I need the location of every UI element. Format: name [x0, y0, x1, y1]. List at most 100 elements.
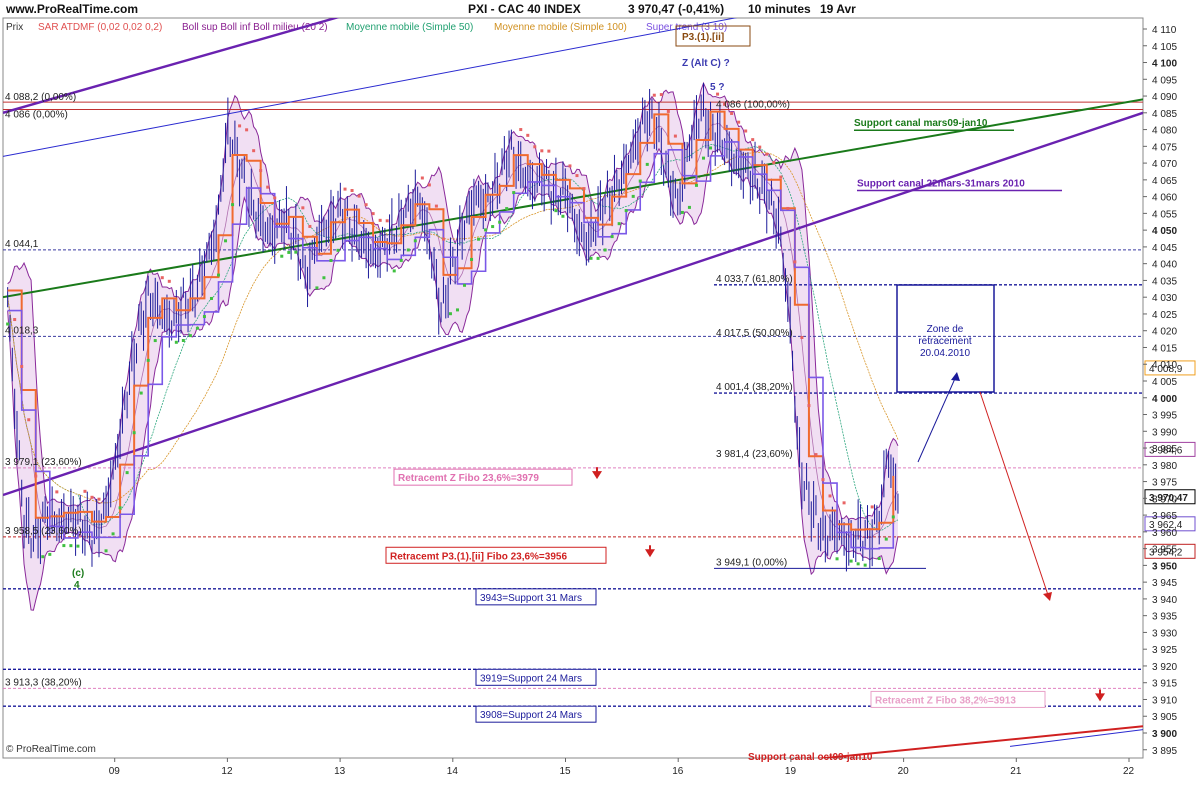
sar-dot	[245, 128, 249, 132]
y-tick-label: 4 005	[1152, 377, 1177, 388]
sar-dot	[315, 286, 319, 290]
sar-dot	[505, 207, 509, 211]
x-axis: 09 12 13 14 15 16 19 20 21 22	[109, 758, 1135, 777]
arrow-head-icon	[951, 372, 960, 381]
x-tick-label: 09	[109, 766, 121, 777]
legend-item: Moyenne mobile (Simple 100)	[494, 22, 627, 33]
sar-dot	[195, 326, 199, 330]
sar-dot	[730, 111, 734, 115]
legend-item: Moyenne mobile (Simple 50)	[346, 22, 473, 33]
sar-dot	[294, 250, 298, 254]
retracement-label: Retracemt Z Fibo 23,6%=3979	[398, 473, 539, 484]
sar-dot	[427, 183, 431, 187]
sar-dot	[202, 315, 206, 319]
sar-dot	[153, 339, 157, 343]
sar-dot	[687, 205, 691, 209]
y-tick-label: 4 065	[1152, 176, 1177, 187]
sar-dot	[793, 260, 797, 264]
y-tick-label: 3 990	[1152, 427, 1177, 438]
sar-dot	[41, 555, 45, 559]
sar-dot	[27, 418, 31, 422]
wave-label: Z (Alt C) ?	[682, 58, 730, 69]
y-tick-label: 3 980	[1152, 461, 1177, 472]
y-tick-label: 4 040	[1152, 260, 1177, 271]
sar-dot	[455, 308, 459, 312]
y-tick-label: 4 015	[1152, 343, 1177, 354]
sar-dot	[561, 214, 565, 218]
y-tick-label: 3 970	[1152, 494, 1177, 505]
y-tick-label: 3 960	[1152, 528, 1177, 539]
sar-dot	[231, 203, 235, 207]
sar-dot	[477, 237, 481, 241]
sar-dot	[575, 174, 579, 178]
y-tick-label: 3 965	[1152, 511, 1177, 522]
sar-dot	[659, 93, 663, 97]
y-tick-label: 3 935	[1152, 612, 1177, 623]
sar-dot	[631, 194, 635, 198]
x-tick-label: 22	[1123, 766, 1135, 777]
projection-arrow-up	[917, 373, 958, 463]
y-tick-label: 3 900	[1152, 729, 1177, 740]
sar-dot	[399, 258, 403, 262]
sar-dot	[336, 248, 340, 252]
copyright: © ProRealTime.com	[6, 744, 96, 755]
y-tick-label: 4 075	[1152, 142, 1177, 153]
y-tick-label: 3 915	[1152, 679, 1177, 690]
sar-dot	[666, 109, 670, 113]
y-tick-label: 4 020	[1152, 327, 1177, 338]
instrument-name: PXI - CAC 40 INDEX	[468, 2, 581, 16]
x-tick-label: 21	[1010, 766, 1022, 777]
y-tick-label: 3 995	[1152, 411, 1177, 422]
sar-dot	[596, 256, 600, 260]
fibonacci-label: 3 913,3 (38,20%)	[5, 677, 82, 688]
y-tick-label: 3 940	[1152, 595, 1177, 606]
sar-dot	[842, 501, 846, 505]
y-tick-label: 4 000	[1152, 394, 1177, 405]
sar-dot	[160, 276, 164, 280]
sar-dot	[701, 156, 705, 160]
sar-dot	[62, 544, 66, 548]
sar-dot	[835, 557, 839, 561]
sar-dot	[364, 203, 368, 207]
sar-dot	[371, 212, 375, 216]
y-tick-label: 4 055	[1152, 209, 1177, 220]
sar-dot	[470, 257, 474, 261]
sar-dot	[547, 149, 551, 153]
sar-dot	[765, 152, 769, 156]
chart-root: www.ProRealTime.com PXI - CAC 40 INDEX 3…	[0, 0, 1200, 800]
sar-dot	[139, 391, 143, 395]
sar-dot	[751, 138, 755, 142]
x-tick-label: 13	[334, 766, 346, 777]
sar-dot	[673, 134, 677, 138]
sar-dot	[800, 336, 804, 340]
sar-dot	[329, 258, 333, 262]
fibonacci-label: 3 979,1 (23,60%)	[5, 457, 82, 468]
sar-dot	[238, 124, 242, 128]
date-label: 19 Avr	[820, 2, 856, 16]
sar-dot	[385, 219, 389, 223]
x-tick-label: 19	[785, 766, 797, 777]
support-label: 3943=Support 31 Mars	[480, 593, 582, 604]
support-label: 3919=Support 24 Mars	[480, 673, 582, 684]
sar-dot	[118, 506, 122, 510]
sar-dot	[280, 254, 284, 258]
sar-dot	[498, 220, 502, 224]
y-tick-label: 3 920	[1152, 662, 1177, 673]
y-tick-label: 3 955	[1152, 545, 1177, 556]
sar-dot	[533, 145, 537, 149]
sar-dot	[737, 120, 741, 124]
sar-dot	[287, 250, 291, 254]
sar-dot	[97, 497, 101, 501]
sar-dot	[779, 175, 783, 179]
legend-item: Prix	[6, 22, 23, 33]
fibonacci-label: 3 949,1 (0,00%)	[716, 557, 787, 568]
legend-item: SAR ATDMF (0,02 0,02 0,2)	[38, 22, 162, 33]
price-chart[interactable]: www.ProRealTime.com PXI - CAC 40 INDEX 3…	[0, 0, 1200, 800]
sar-dot	[188, 334, 192, 338]
sar-dot	[181, 338, 185, 342]
sar-dot	[378, 218, 382, 222]
sar-dot	[610, 235, 614, 239]
y-tick-label: 4 045	[1152, 243, 1177, 254]
x-tick-label: 12	[221, 766, 233, 777]
sar-dot	[209, 296, 213, 300]
